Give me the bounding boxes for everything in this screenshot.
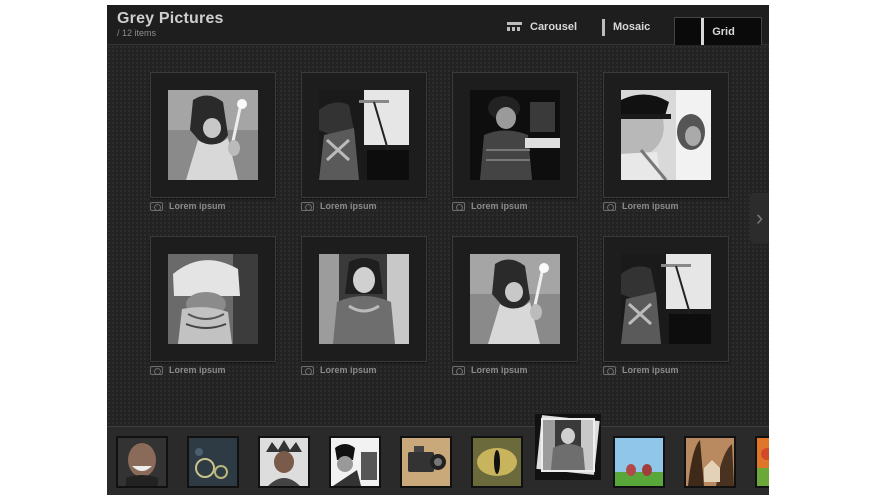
chevron-right-icon: › — [755, 205, 764, 230]
camera-icon — [452, 365, 465, 375]
thumb-film-camera[interactable] — [400, 436, 452, 488]
thumb-native-headdress[interactable] — [258, 436, 310, 488]
thumb-house-and-trees[interactable] — [684, 436, 736, 488]
next-page-button[interactable]: › — [750, 193, 769, 243]
camera-icon — [150, 365, 163, 375]
photo-boy-playing-keyboard — [470, 90, 560, 180]
photo-bearded-man-with-hat — [168, 254, 258, 344]
camera-icon — [452, 201, 465, 211]
photo-caption-2: Lorem ipsum — [301, 201, 377, 211]
photo-boy-at-microphone — [319, 90, 409, 180]
mosaic-icon — [602, 18, 605, 36]
photo-caption-6: Lorem ipsum — [301, 365, 377, 375]
camera-icon — [301, 365, 314, 375]
carousel-icon — [507, 22, 522, 32]
photo-tile-8[interactable] — [603, 236, 729, 362]
photo-tile-6[interactable] — [301, 236, 427, 362]
grid-view-button[interactable]: Grid — [674, 17, 762, 45]
mosaic-view-label: Mosaic — [613, 21, 651, 33]
photo-man-with-cap — [621, 90, 711, 180]
thumb-reptile-eye[interactable] — [471, 436, 523, 488]
gallery-title: Grey Pictures — [117, 10, 224, 27]
carousel-view-button[interactable]: Carousel — [507, 13, 577, 41]
camera-icon — [603, 201, 616, 211]
gallery-app: Grey Pictures / 12 items Carousel Mosaic… — [107, 5, 769, 495]
photo-caption-5: Lorem ipsum — [150, 365, 226, 375]
grid-icon — [701, 18, 705, 45]
camera-icon — [603, 365, 616, 375]
photo-tile-3[interactable] — [452, 72, 578, 198]
thumb-bubbles[interactable] — [187, 436, 239, 488]
thumb-colorful-partial[interactable] — [755, 436, 769, 488]
thumb-musicians[interactable] — [329, 436, 381, 488]
photo-caption-3: Lorem ipsum — [452, 201, 528, 211]
carousel-view-label: Carousel — [530, 21, 578, 33]
photo-boy-at-microphone — [621, 254, 711, 344]
photo-girl-with-mallet — [168, 90, 258, 180]
photo-caption-7: Lorem ipsum — [452, 365, 528, 375]
camera-icon — [150, 201, 163, 211]
thumb-laughing-man[interactable] — [116, 436, 168, 488]
item-count: / 12 items — [117, 28, 157, 38]
photo-caption-8: Lorem ipsum — [603, 365, 679, 375]
photo-tile-5[interactable] — [150, 236, 276, 362]
photo-girl-portrait — [319, 254, 409, 344]
thumb-girl-portrait-active[interactable] — [535, 414, 601, 480]
header-bar: Grey Pictures / 12 items Carousel Mosaic… — [107, 5, 769, 45]
thumb-sky-and-grass[interactable] — [613, 436, 665, 488]
photo-tile-2[interactable] — [301, 72, 427, 198]
photo-girl-with-mallet — [470, 254, 560, 344]
camera-icon — [301, 201, 314, 211]
photo-tile-1[interactable] — [150, 72, 276, 198]
mosaic-view-button[interactable]: Mosaic — [602, 13, 650, 41]
photo-caption-1: Lorem ipsum — [150, 201, 226, 211]
grid-view-label: Grid — [712, 25, 735, 38]
photo-tile-4[interactable] — [603, 72, 729, 198]
photo-tile-7[interactable] — [452, 236, 578, 362]
photo-caption-4: Lorem ipsum — [603, 201, 679, 211]
filmstrip — [107, 414, 769, 495]
